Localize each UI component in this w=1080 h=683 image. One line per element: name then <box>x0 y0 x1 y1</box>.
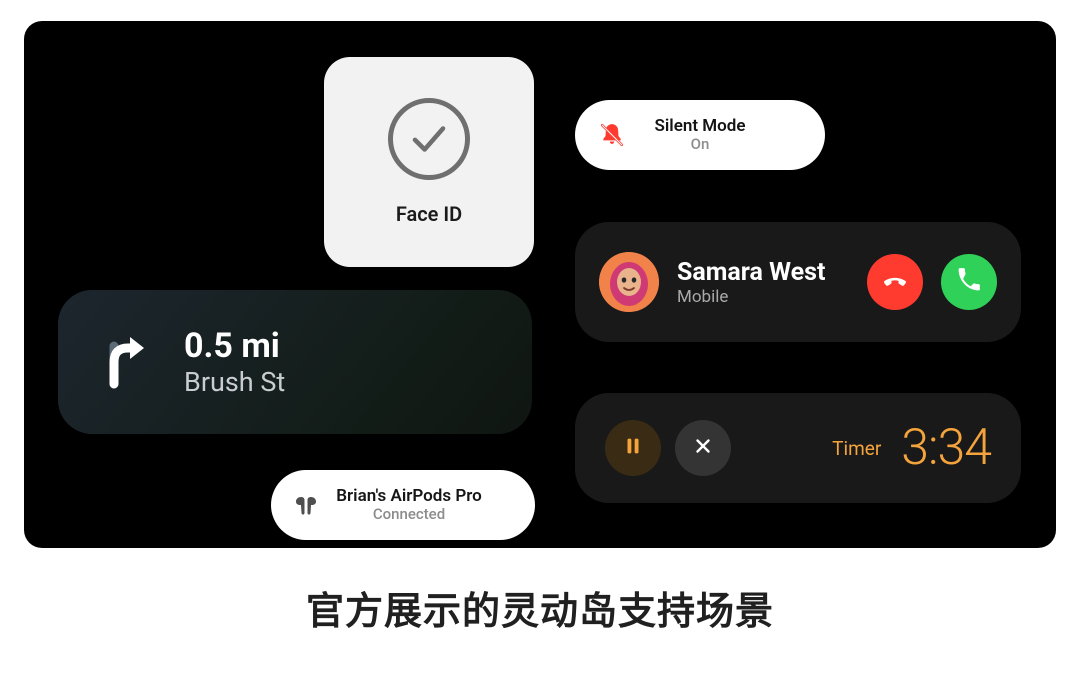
faceid-label: Face ID <box>396 202 462 226</box>
showcase-stage: Face ID Silent Mode On <box>24 21 1056 548</box>
checkmark-circle-icon <box>388 98 470 180</box>
airpods-title: Brian's AirPods Pro <box>301 487 517 507</box>
incoming-call-card: Samara West Mobile <box>575 222 1021 342</box>
timer-time: 3:34 <box>901 419 991 477</box>
caller-avatar <box>599 252 659 312</box>
decline-call-button[interactable] <box>867 254 923 310</box>
timer-card: Timer 3:34 <box>575 393 1021 503</box>
image-caption: 官方展示的灵动岛支持场景 <box>0 580 1080 635</box>
pause-icon <box>622 435 644 461</box>
airpods-status: Connected <box>301 506 517 523</box>
airpods-connected-pill: Brian's AirPods Pro Connected <box>271 470 535 540</box>
phone-icon <box>956 267 982 297</box>
accept-call-button[interactable] <box>941 254 997 310</box>
navigation-street: Brush St <box>184 366 285 398</box>
caller-name: Samara West <box>677 258 849 287</box>
caller-info: Samara West Mobile <box>677 258 849 307</box>
navigation-distance: 0.5 mi <box>184 326 285 366</box>
navigation-card: 0.5 mi Brush St <box>58 290 532 434</box>
timer-close-button[interactable] <box>675 420 731 476</box>
timer-label: Timer <box>832 437 881 460</box>
silent-mode-title: Silent Mode <box>597 117 803 137</box>
silent-mode-text: Silent Mode On <box>597 117 803 154</box>
close-icon <box>692 435 714 461</box>
airpods-text: Brian's AirPods Pro Connected <box>301 487 517 524</box>
silent-mode-pill: Silent Mode On <box>575 100 825 170</box>
timer-pause-button[interactable] <box>605 420 661 476</box>
navigation-text: 0.5 mi Brush St <box>184 326 285 398</box>
caller-line: Mobile <box>677 287 849 307</box>
phone-down-icon <box>882 267 908 297</box>
silent-mode-status: On <box>597 136 803 153</box>
faceid-card: Face ID <box>324 57 534 267</box>
turn-right-icon <box>94 332 154 392</box>
